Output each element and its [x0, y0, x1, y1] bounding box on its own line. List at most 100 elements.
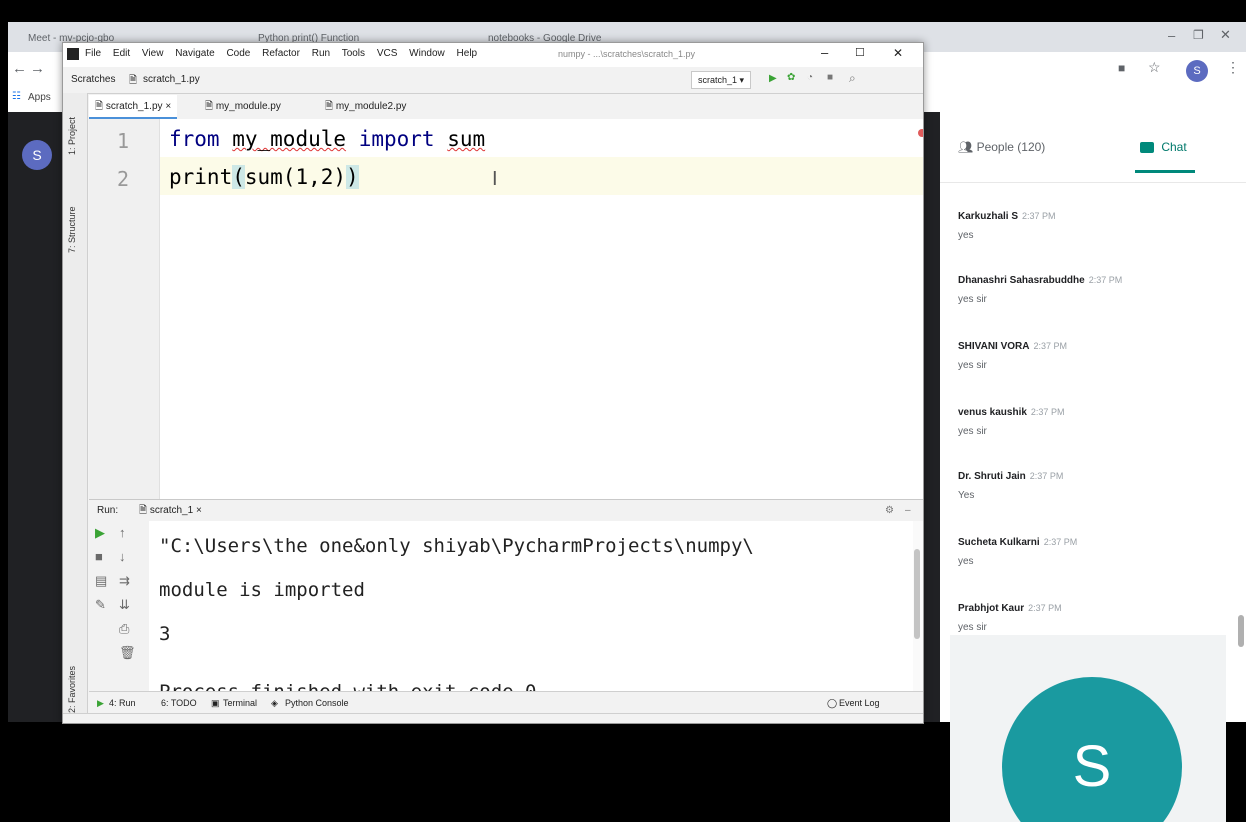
close-icon[interactable]: ✕ — [1220, 27, 1231, 43]
message-time: 2:37 PM — [1030, 407, 1065, 417]
layout-icon[interactable]: ▤ — [95, 569, 107, 593]
menu-tools[interactable]: Tools — [342, 48, 365, 59]
ide-close-icon[interactable]: ✕ — [893, 46, 903, 60]
code-editor[interactable]: 1 2 from my_module import sum print(sum(… — [89, 119, 923, 499]
chat-scrollbar[interactable] — [1238, 615, 1244, 647]
close-tab-icon[interactable]: × — [165, 101, 171, 112]
code-line-2[interactable]: print(sum(1,2)) — [169, 165, 359, 189]
message-header: venus kaushik 2:37 PM — [958, 402, 1228, 420]
imported-name: sum — [447, 127, 486, 151]
python-console-tab[interactable]: Python Console — [285, 692, 349, 714]
structure-tool-tab[interactable]: 7: Structure — [67, 206, 77, 253]
terminal-tool-tab[interactable]: Terminal — [223, 692, 257, 714]
paren-close: ) — [346, 165, 359, 189]
message-header: Prabhjot Kaur 2:37 PM — [958, 598, 1228, 616]
menu-view[interactable]: View — [142, 48, 164, 59]
menu-edit[interactable]: Edit — [113, 48, 130, 59]
chevron-down-icon: ▾ — [739, 75, 745, 85]
menu-file[interactable]: File — [85, 48, 101, 59]
tab-my-module[interactable]: 🗎 my_module.py — [199, 95, 287, 119]
console-line: 3 — [159, 623, 171, 645]
message-time: 2:37 PM — [1033, 341, 1068, 351]
run-config-label: scratch_1 — [698, 75, 738, 85]
gear-icon[interactable]: ⚙ — [885, 500, 894, 522]
ide-status-bar — [63, 713, 923, 723]
run-icon[interactable]: ▶ — [769, 73, 777, 84]
menu-code[interactable]: Code — [226, 48, 250, 59]
message-text: yes sir — [958, 426, 987, 437]
todo-tool-tab[interactable]: 6: TODO — [161, 692, 197, 714]
line-number: 2 — [116, 167, 129, 191]
python-console-icon: ◈ — [271, 698, 278, 708]
python-file-icon: 🗎 — [325, 101, 336, 112]
tab-scratch-1[interactable]: 🗎 scratch_1.py × — [89, 95, 178, 119]
star-icon[interactable]: ☆ — [1148, 59, 1161, 76]
message-header: Dhanashri Sahasrabuddhe 2:37 PM — [958, 270, 1228, 288]
tab-my-module2[interactable]: 🗎 my_module2.py — [319, 95, 412, 119]
apps-label[interactable]: Apps — [28, 92, 51, 103]
tab-label: my_module2.py — [335, 101, 407, 112]
console-scrollbar-thumb[interactable] — [914, 549, 920, 639]
scroll-to-end-icon[interactable]: ⇊ — [119, 593, 130, 617]
back-arrow-icon[interactable]: ← — [12, 60, 27, 77]
message-time: 2:37 PM — [1043, 537, 1078, 547]
tab-chat[interactable]: Chat — [1140, 132, 1187, 162]
ide-title-bar: File Edit View Navigate Code Refactor Ru… — [63, 43, 923, 67]
camera-icon[interactable]: ■ — [1118, 61, 1125, 75]
python-file-icon: 🗎 — [95, 101, 106, 112]
debug-icon[interactable]: ✿ — [787, 72, 795, 83]
error-indicator-icon[interactable] — [918, 129, 923, 137]
module-name: my_module — [232, 127, 347, 151]
scroll-up-icon[interactable]: ↑ — [119, 521, 126, 545]
apps-grid-icon[interactable]: ☷ — [12, 91, 21, 102]
menu-help[interactable]: Help — [457, 48, 478, 59]
rerun-icon[interactable]: ▶ — [95, 521, 105, 545]
code-line-1[interactable]: from my_module import sum — [169, 127, 485, 151]
tool-window-bar: ▶ 4: Run 6: TODO ▣ Terminal ◈ Python Con… — [89, 691, 923, 714]
scroll-down-icon[interactable]: ↓ — [119, 545, 126, 569]
ide-maximize-icon[interactable]: ☐ — [855, 46, 865, 59]
menu-vcs[interactable]: VCS — [377, 48, 398, 59]
ide-menu-bar: File Edit View Navigate Code Refactor Ru… — [85, 48, 486, 59]
print-icon[interactable]: ⎙ — [119, 617, 129, 641]
menu-window[interactable]: Window — [409, 48, 445, 59]
pin-icon[interactable]: ✎ — [95, 593, 106, 617]
coverage-icon[interactable]: ◔ — [807, 72, 813, 83]
tab-people[interactable]: 👥︎ People (120) — [958, 132, 1045, 162]
run-console[interactable]: "C:\Users\the one&only shiyab\PycharmPro… — [149, 521, 913, 691]
ide-window-title: numpy - ...\scratches\scratch_1.py — [558, 49, 696, 59]
search-icon[interactable]: ⌕ — [849, 71, 856, 86]
hide-panel-icon[interactable]: – — [905, 500, 911, 522]
restore-icon[interactable]: ❐ — [1193, 28, 1204, 42]
run-config-selector[interactable]: scratch_1 ▾ — [691, 71, 752, 89]
tool-window-strip: 1: Project 7: Structure 2: Favorites — [63, 93, 88, 723]
run-config-tab[interactable]: 🗎 scratch_1 × — [139, 500, 202, 522]
chat-message: Karkuzhali S 2:37 PM yes — [958, 206, 1228, 241]
trash-icon[interactable]: 🗑︎ — [119, 641, 136, 665]
python-file-icon: 🗎 — [129, 75, 138, 86]
keyword-import: import — [358, 127, 435, 151]
menu-run[interactable]: Run — [312, 48, 330, 59]
menu-refactor[interactable]: Refactor — [262, 48, 300, 59]
project-tool-tab[interactable]: 1: Project — [67, 117, 77, 155]
breadcrumb-scratches[interactable]: Scratches — [71, 74, 115, 85]
event-log-tab[interactable]: Event Log — [839, 692, 880, 714]
breadcrumb-file[interactable]: scratch_1.py — [143, 74, 200, 85]
stop-run-icon[interactable]: ■ — [95, 545, 103, 569]
stop-icon[interactable]: ■ — [827, 72, 833, 83]
menu-dots-icon[interactable]: ⋮ — [1226, 59, 1240, 76]
forward-arrow-icon[interactable]: → — [30, 60, 45, 77]
run-tool-tab[interactable]: 4: Run — [109, 692, 136, 714]
console-line: "C:\Users\the one&only shiyab\PycharmPro… — [159, 535, 754, 557]
message-time: 2:37 PM — [1022, 211, 1056, 221]
participant-avatar: S — [22, 140, 52, 170]
soft-wrap-icon[interactable]: ⇉ — [119, 569, 130, 593]
run-config-name: scratch_1 — [149, 505, 194, 516]
pycharm-window: File Edit View Navigate Code Refactor Ru… — [62, 42, 924, 724]
profile-avatar[interactable]: S — [1186, 60, 1208, 82]
minimize-icon[interactable]: – — [1168, 28, 1175, 43]
ide-minimize-icon[interactable]: – — [821, 45, 828, 60]
favorites-tool-tab[interactable]: 2: Favorites — [67, 666, 77, 713]
message-header: Dr. Shruti Jain 2:37 PM — [958, 466, 1228, 484]
menu-navigate[interactable]: Navigate — [175, 48, 214, 59]
